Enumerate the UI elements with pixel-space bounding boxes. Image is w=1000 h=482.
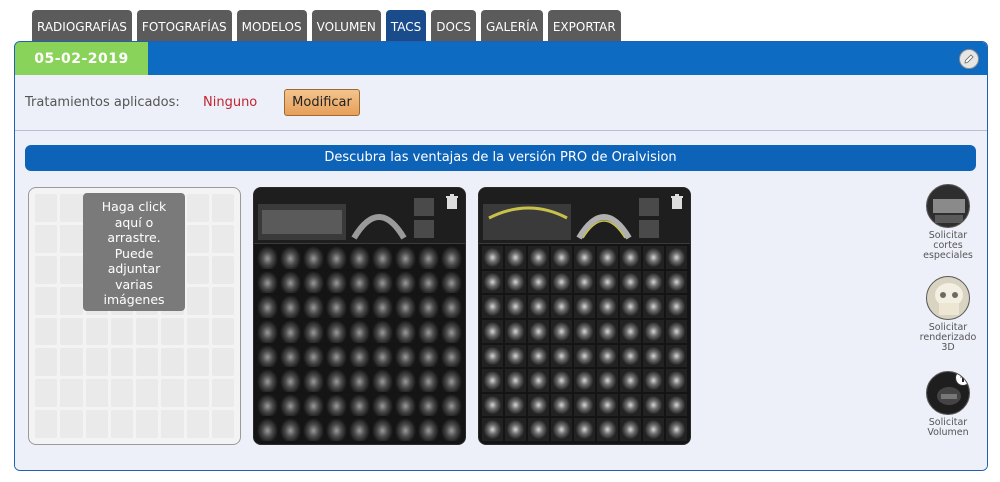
treatments-label: Tratamientos aplicados: [25,95,180,110]
tac-scan-thumbnail[interactable] [478,187,691,445]
pro-version-banner[interactable]: Descubra las ventajas de la versión PRO … [25,145,976,171]
panel-header: 05-02-2019 [15,42,987,75]
tacs-panel: 05-02-2019 Tratamientos aplicados: Ningu… [14,41,988,471]
skull-render-icon [926,276,970,320]
tab-docs[interactable]: DOCS [431,10,476,42]
treatments-value: Ninguno [203,95,258,110]
treatments-row: Tratamientos aplicados: Ninguno Modifica… [15,75,987,131]
study-date: 05-02-2019 [15,42,148,75]
upload-instructions: Haga click aquí o arrastre. Puede adjunt… [83,193,185,311]
special-cuts-label: Solicitar cortes especiales [923,230,973,261]
tab-bar: RADIOGRAFÍAS FOTOGRAFÍAS MODELOS VOLUMEN… [32,10,621,42]
tab-radiografias[interactable]: RADIOGRAFÍAS [32,10,132,42]
3d-render-label: Solicitar renderizado 3D [919,322,977,353]
content-area: Descubra las ventajas de la versión PRO … [15,131,987,470]
volume-label: Solicitar Volumen [927,417,969,438]
request-special-cuts-button[interactable]: Solicitar cortes especiales [913,184,983,261]
trash-icon[interactable] [670,194,684,210]
scan-panoramic-header [254,188,465,244]
scan-panoramic-header [479,188,690,244]
tab-fotografias[interactable]: FOTOGRAFÍAS [136,10,232,42]
tab-tacs[interactable]: TACS [385,10,427,42]
request-3d-render-button[interactable]: Solicitar renderizado 3D [913,276,983,353]
tac-scan-thumbnail[interactable] [253,187,466,445]
volume-icon [926,371,970,415]
upload-dropzone[interactable]: Haga click aquí o arrastre. Puede adjunt… [28,187,241,445]
pencil-icon[interactable] [959,49,979,69]
request-volume-button[interactable]: Solicitar Volumen [913,371,983,438]
tab-galeria[interactable]: GALERÍA [480,10,543,42]
scan-slices [257,246,462,441]
tab-volumen[interactable]: VOLUMEN [311,10,381,42]
special-cuts-icon [926,184,970,228]
tab-modelos[interactable]: MODELOS [236,10,307,42]
modify-button[interactable]: Modificar [284,89,360,116]
scan-slices [482,246,687,441]
tab-exportar[interactable]: EXPORTAR [547,10,621,42]
upload-arrow-icon [955,372,969,386]
trash-icon[interactable] [445,194,459,210]
